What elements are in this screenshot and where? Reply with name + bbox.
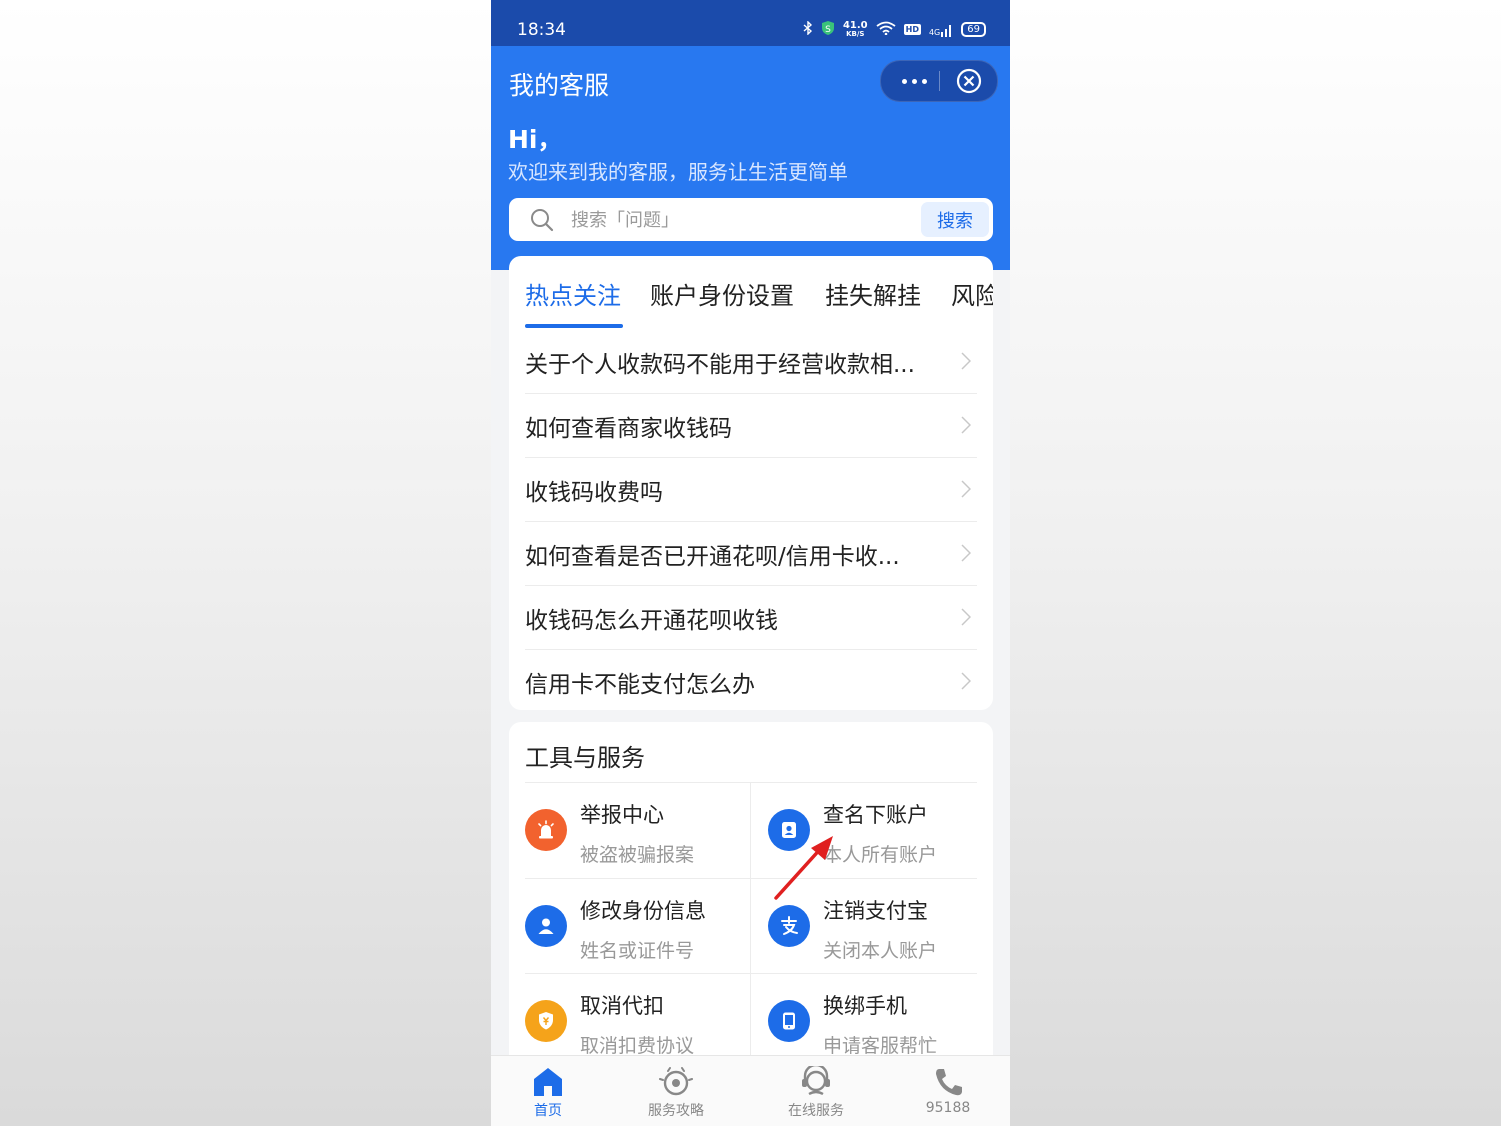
battery-indicator: 69 [961, 22, 986, 37]
faq-item-text: 关于个人收款码不能用于经营收款相... [525, 351, 915, 378]
tabbar-label: 在线服务 [788, 1103, 844, 1119]
status-bar: 18:34 S 41.0 KB/S HD 4G 69 [491, 0, 1010, 46]
more-dots-icon [901, 78, 907, 84]
tab-hot-topics[interactable]: 热点关注 [525, 276, 621, 311]
chevron-right-icon [961, 480, 971, 498]
chevron-right-icon [961, 352, 971, 370]
faq-item[interactable]: 关于个人收款码不能用于经营收款相... [525, 330, 977, 394]
chevron-right-icon [961, 608, 971, 626]
greeting: Hi， [508, 125, 563, 154]
faq-item-text: 收钱码收费吗 [525, 479, 663, 506]
home-icon [534, 1068, 562, 1096]
chevron-right-icon [961, 544, 971, 562]
search-button[interactable]: 搜索 [921, 202, 989, 237]
faq-item-text: 收钱码怎么开通花呗收钱 [525, 607, 778, 634]
tab-report-loss[interactable]: 挂失解挂 [825, 276, 921, 311]
bottom-tab-bar: 首页 服务攻略 在线服务 95188 [491, 1055, 1010, 1126]
tool-title: 修改身份信息 [580, 899, 706, 923]
shield-yuan-icon [525, 1000, 567, 1042]
status-icons: S 41.0 KB/S HD 4G 69 [803, 20, 986, 39]
faq-list: 关于个人收款码不能用于经营收款相... 如何查看商家收钱码 收钱码收费吗 如何查… [509, 330, 993, 710]
phone-screen: 18:34 S 41.0 KB/S HD 4G 69 我的客服 Hi， 欢迎来到… [491, 0, 1010, 1126]
tab-risk[interactable]: 风险 [951, 276, 993, 311]
alarm-icon [525, 809, 567, 851]
phone-icon [936, 1069, 962, 1096]
tabbar-label: 95188 [925, 1100, 971, 1116]
tabbar-hotline[interactable]: 95188 [893, 1056, 1003, 1126]
close-icon [956, 68, 982, 94]
faq-card: 热点关注 账户身份设置 挂失解挂 风险 关于个人收款码不能用于经营收款相... … [509, 256, 993, 710]
tabbar-home[interactable]: 首页 [493, 1056, 603, 1126]
tool-report-center[interactable]: 举报中心 被盗被骗报案 [525, 783, 751, 878]
person-icon [525, 905, 567, 947]
net-speed: 41.0 KB/S [842, 19, 868, 38]
alipay-icon [768, 905, 810, 947]
wifi-icon [876, 21, 896, 38]
guide-icon [659, 1067, 693, 1096]
annotation-arrow-icon [774, 836, 833, 900]
shield-dollar-icon: S [821, 20, 835, 39]
faq-item[interactable]: 收钱码收费吗 [525, 458, 977, 522]
status-time: 18:34 [517, 20, 566, 40]
tool-subtitle: 被盗被骗报案 [580, 844, 695, 866]
close-button[interactable] [945, 61, 993, 101]
faq-item[interactable]: 如何查看商家收钱码 [525, 394, 977, 458]
faq-item-text: 如何查看是否已开通花呗/信用卡收... [525, 543, 900, 570]
tool-title: 取消代扣 [580, 994, 664, 1018]
svg-text:S: S [825, 25, 831, 35]
tool-subtitle: 取消扣费协议 [580, 1035, 695, 1057]
tools-title: 工具与服务 [525, 744, 645, 772]
active-tab-indicator [525, 324, 623, 328]
search-icon [529, 207, 555, 237]
tool-title: 举报中心 [580, 803, 664, 827]
tool-subtitle: 姓名或证件号 [580, 940, 695, 962]
tool-edit-identity[interactable]: 修改身份信息 姓名或证件号 [525, 879, 751, 974]
tabbar-guide[interactable]: 服务攻略 [621, 1056, 731, 1126]
tool-title: 查名下账户 [823, 803, 928, 827]
tabbar-label: 首页 [534, 1103, 562, 1119]
tabbar-online-service[interactable]: 在线服务 [761, 1056, 871, 1126]
more-button[interactable] [895, 61, 933, 101]
faq-item[interactable]: 信用卡不能支付怎么办 [525, 650, 977, 710]
chevron-right-icon [961, 672, 971, 690]
faq-item[interactable]: 如何查看是否已开通花呗/信用卡收... [525, 522, 977, 586]
page-title: 我的客服 [509, 71, 610, 100]
tool-title: 换绑手机 [823, 994, 907, 1018]
chevron-right-icon [961, 416, 971, 434]
faq-item-text: 信用卡不能支付怎么办 [525, 671, 755, 698]
header: 我的客服 Hi， 欢迎来到我的客服，服务让生活更简单 搜索 [491, 46, 1010, 270]
faq-item-text: 如何查看商家收钱码 [525, 415, 732, 442]
headset-icon [802, 1066, 830, 1096]
faq-item[interactable]: 收钱码怎么开通花呗收钱 [525, 586, 977, 650]
phone-device-icon [768, 1000, 810, 1042]
greeting-subtitle: 欢迎来到我的客服，服务让生活更简单 [508, 160, 848, 184]
tabbar-label: 服务攻略 [648, 1103, 704, 1119]
category-tabs: 热点关注 账户身份设置 挂失解挂 风险 [509, 256, 993, 330]
tool-subtitle: 关闭本人账户 [823, 940, 938, 962]
tool-subtitle: 申请客服帮忙 [823, 1035, 938, 1057]
bluetooth-icon [803, 20, 813, 38]
search-bar: 搜索 [509, 198, 993, 241]
hd-badge: HD [903, 24, 921, 35]
signal-icon: 4G [929, 23, 953, 37]
tab-account-identity[interactable]: 账户身份设置 [650, 276, 794, 311]
mini-program-capsule [880, 60, 998, 102]
search-input[interactable] [569, 198, 913, 241]
